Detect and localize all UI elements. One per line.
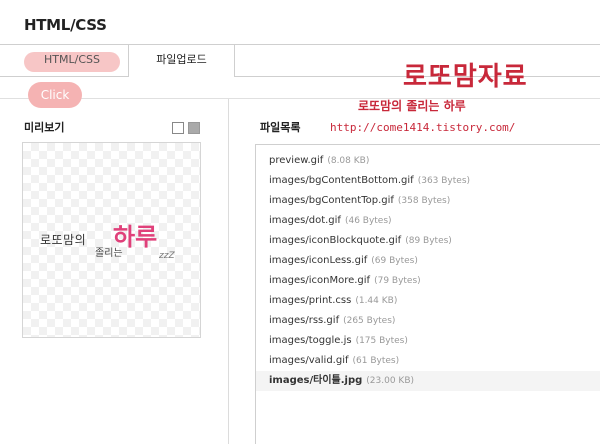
file-name: images/bgContentTop.gif <box>269 195 394 206</box>
preview-image-text-big: 하루 <box>113 223 158 251</box>
file-size: (46 Bytes) <box>344 216 392 226</box>
bg-gray-toggle[interactable] <box>188 122 200 134</box>
file-row[interactable]: images/print.css (1.44 KB) <box>256 291 600 311</box>
file-row-selected[interactable]: images/타이틀.jpg (23.00 KB) <box>256 371 600 391</box>
file-name: images/rss.gif <box>269 315 340 326</box>
click-annotation: Click <box>28 82 82 108</box>
content-divider <box>0 98 600 99</box>
file-size: (61 Bytes) <box>352 356 400 366</box>
file-size: (69 Bytes) <box>371 256 418 266</box>
preview-title: 미리보기 <box>24 121 65 134</box>
file-size: (363 Bytes) <box>417 176 471 186</box>
file-list[interactable]: preview.gif (8.08 KB) images/bgContentBot… <box>255 144 600 444</box>
file-size: (8.08 KB) <box>327 156 370 166</box>
file-name: images/print.css <box>269 295 352 306</box>
file-size: (265 Bytes) <box>343 316 396 326</box>
tab-html-css[interactable]: HTML/CSS <box>22 45 122 77</box>
file-row[interactable]: images/rss.gif (265 Bytes) <box>256 311 600 331</box>
tab-file-upload[interactable]: 파일업로드 <box>128 44 235 77</box>
file-row[interactable]: preview.gif (8.08 KB) <box>256 151 600 171</box>
column-divider <box>228 99 229 444</box>
file-name: preview.gif <box>269 155 324 166</box>
file-row[interactable]: images/valid.gif (61 Bytes) <box>256 351 600 371</box>
file-row[interactable]: images/iconLess.gif (69 Bytes) <box>256 251 600 271</box>
file-name: images/iconMore.gif <box>269 275 371 286</box>
tab-file-upload-label: 파일업로드 <box>156 53 207 66</box>
file-name: images/bgContentBottom.gif <box>269 175 414 186</box>
preview-image-text-zz: zzZ <box>159 251 175 261</box>
tab-html-css-label: HTML/CSS <box>44 53 100 66</box>
file-name: images/toggle.js <box>269 335 352 346</box>
file-row[interactable]: images/bgContentBottom.gif (363 Bytes) <box>256 171 600 191</box>
page-title: HTML/CSS <box>24 16 107 34</box>
file-row[interactable]: images/toggle.js (175 Bytes) <box>256 331 600 351</box>
filelist-title: 파일목록 <box>260 121 301 134</box>
file-size: (23.00 KB) <box>366 376 415 386</box>
file-size: (89 Bytes) <box>405 236 452 246</box>
file-size: (1.44 KB) <box>355 296 398 306</box>
file-name: images/valid.gif <box>269 355 349 366</box>
file-size: (358 Bytes) <box>397 196 451 206</box>
file-row[interactable]: images/dot.gif (46 Bytes) <box>256 211 600 231</box>
file-name: images/iconBlockquote.gif <box>269 235 402 246</box>
bg-white-toggle[interactable] <box>172 122 184 134</box>
overlay-watermark-title: 로또맘자료 <box>403 62 528 92</box>
preview-image-text-left: 로또맘의 <box>40 233 87 247</box>
overlay-watermark-subtitle: 로또맘의 졸리는 하루 <box>358 99 466 113</box>
file-name: images/dot.gif <box>269 215 341 226</box>
file-name: images/타이틀.jpg <box>269 375 363 386</box>
file-size: (79 Bytes) <box>374 276 421 286</box>
preview-image: 로또맘의 졸리는 하루 zzZ <box>22 142 201 338</box>
file-row[interactable]: images/iconBlockquote.gif (89 Bytes) <box>256 231 600 251</box>
file-size: (175 Bytes) <box>355 336 408 346</box>
file-row[interactable]: images/bgContentTop.gif (358 Bytes) <box>256 191 600 211</box>
file-row[interactable]: images/iconMore.gif (79 Bytes) <box>256 271 600 291</box>
overlay-watermark-url: http://come1414.tistory.com/ <box>330 121 516 134</box>
file-name: images/iconLess.gif <box>269 255 368 266</box>
